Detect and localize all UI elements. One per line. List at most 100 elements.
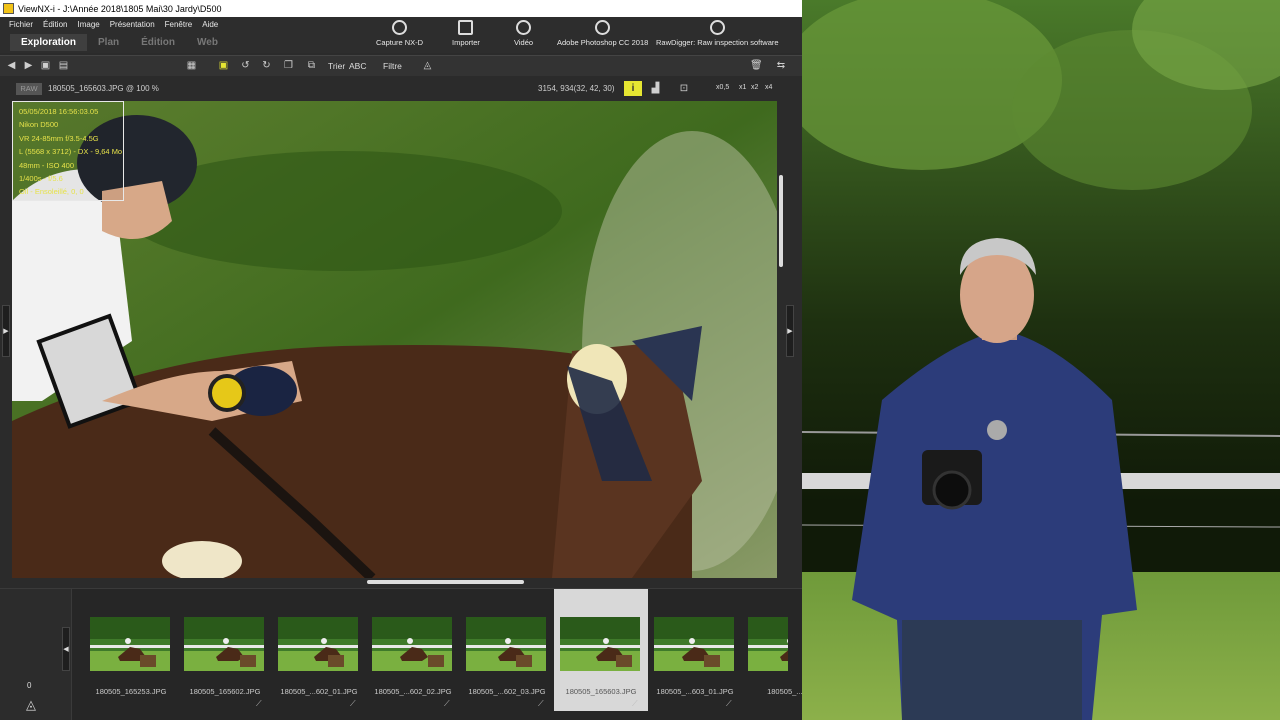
filmstrip-thumbnail[interactable]: 180505_165602.JPG ⟋ (178, 589, 272, 711)
thumbnail-filename: 180505_...60 (767, 687, 802, 696)
menu-presentation[interactable]: Présentation (110, 20, 155, 29)
launch-rawdigger-button[interactable]: RawDigger: Raw inspection software (656, 20, 779, 50)
view-mode-icon[interactable]: ▦ (186, 61, 197, 71)
zoom-1[interactable]: x1 (739, 84, 746, 91)
photoshop-icon (595, 20, 611, 35)
rotate-right-icon[interactable]: ↻ (261, 61, 272, 71)
launch-photoshop-button[interactable]: Adobe Photoshop CC 2018 (557, 20, 648, 50)
launch-video-button[interactable]: Vidéo (514, 20, 533, 50)
export-icon[interactable]: ▤ (58, 61, 69, 71)
thumbnail-image (184, 617, 264, 671)
menu-image[interactable]: Image (77, 20, 99, 29)
filter-dropdown[interactable]: Filtre (383, 61, 402, 71)
menu-edition[interactable]: Édition (43, 20, 67, 29)
viewnx-window: ViewNX-i - J:\Année 2018\1805 Mai\30 Jar… (0, 0, 802, 720)
forward-arrow-icon[interactable]: ▶ (23, 61, 34, 71)
rotate-left-icon[interactable]: ↺ (240, 61, 251, 71)
back-arrow-icon[interactable]: ◀ (6, 61, 17, 71)
thumbnail-image (560, 617, 640, 671)
horizontal-scroll-thumb[interactable] (367, 580, 524, 584)
save-icon[interactable]: ▣ (40, 61, 51, 71)
thumbnail-filename: 180505_...603_01.JPG (656, 687, 734, 696)
filmstrip-thumbnail[interactable]: 180505_...602_01.JPG ⟋ (272, 589, 366, 711)
exif-overlay: 05/05/2018 16:56:03.05 Nikon D500 VR 24-… (12, 101, 124, 201)
filmstrip-thumbnail[interactable]: 180505_165603.JPG ⟋ (554, 589, 648, 711)
thumbnail-image (466, 617, 546, 671)
filmstrip-thumbnail[interactable]: 180505_...60 (742, 589, 802, 711)
thumbnail-image (654, 617, 734, 671)
thumbnail-image (372, 617, 452, 671)
app-icon (3, 3, 14, 14)
window-title: ViewNX-i - J:\Année 2018\1805 Mai\30 Jar… (18, 3, 222, 14)
filmstrip-thumbnail[interactable]: 180505_...602_02.JPG ⟋ (366, 589, 460, 711)
zoom-0-5[interactable]: x0,5 (716, 84, 729, 91)
filmstrip-thumbnail[interactable]: 180505_...602_03.JPG ⟋ (460, 589, 554, 711)
filmstrip-thumbnail[interactable]: 180505_165253.JPG (84, 589, 178, 711)
current-file-label: 180505_165603.JPG @ 100 % (48, 84, 159, 93)
menu-aide[interactable]: Aide (202, 20, 218, 29)
capture-nx-d-icon (392, 20, 408, 35)
title-bar: ViewNX-i - J:\Année 2018\1805 Mai\30 Jar… (0, 0, 802, 17)
edited-pencil-icon: ⟋ (726, 699, 732, 708)
edited-pencil-icon: ⟋ (632, 699, 638, 708)
tab-web[interactable]: Web (186, 34, 229, 51)
launch-photoshop-label: Adobe Photoshop CC 2018 (557, 38, 649, 47)
exif-lens: VR 24-85mm f/3.5-4.5G (19, 133, 99, 143)
image-viewer[interactable] (12, 101, 777, 578)
horse-rider-photo (12, 101, 777, 578)
sort-dropdown[interactable]: ABC (349, 61, 366, 71)
histogram-icon[interactable]: ▟ (650, 84, 661, 94)
presenter-photo (802, 0, 1280, 720)
image-info-bar: RAW 180505_165603.JPG @ 100 % 3154, 934(… (0, 79, 802, 99)
exif-focal-iso: 48mm - ISO 400 (19, 160, 75, 170)
compare-icon[interactable]: ⧉ (306, 61, 317, 71)
filmstrip-counter: 0 (27, 681, 32, 690)
edited-pencil-icon: ⟋ (538, 699, 544, 708)
launch-import-button[interactable]: Importer (452, 20, 480, 50)
thumbnail-filename: 180505_165253.JPG (95, 687, 167, 696)
exif-size: L (5568 x 3712) - DX - 9,64 Mo (19, 147, 123, 157)
tab-exploration[interactable]: Exploration (10, 34, 88, 51)
video-icon (516, 20, 532, 35)
thumbnail-filename: 180505_...602_01.JPG (280, 687, 358, 696)
info-toggle-button[interactable]: i (624, 81, 642, 96)
trash-icon[interactable]: 🗑 (750, 61, 763, 71)
pixel-coords: 3154, 934(32, 42, 30) (538, 84, 615, 93)
edited-pencil-icon: ⟋ (444, 699, 450, 708)
right-panel-toggle[interactable]: ▶ (786, 305, 794, 357)
thumbnail-image (278, 617, 358, 671)
toolbar: ◀ ▶ ▣ ▤ ▦ ▣ ↺ ↻ ❐ ⧉ Trier ABC Filtre ◬ 🗑… (0, 55, 802, 76)
erase-icon[interactable]: ◬ (22, 697, 40, 713)
exif-exposure: 1/400s - f/5.6 (19, 174, 63, 184)
thumbnail-filename: 180505_165603.JPG (565, 687, 637, 696)
edited-pencil-icon: ⟋ (256, 699, 262, 708)
edited-pencil-icon: ⟋ (350, 699, 356, 708)
menu-fichier[interactable]: Fichier (9, 20, 33, 29)
vertical-scrollbar[interactable] (777, 101, 784, 578)
thumbnail-image (90, 617, 170, 671)
launch-capture-nxd-button[interactable]: Capture NX-D (376, 20, 423, 50)
tab-edition[interactable]: Édition (130, 34, 186, 51)
import-icon (458, 20, 474, 35)
fit-icon[interactable]: ⊡ (676, 84, 692, 94)
filmstrip: 0 ◬ ◀ 180505_165253.JPG 180505_165602.JPG… (0, 588, 802, 720)
zoom-2[interactable]: x2 (751, 84, 758, 91)
select-icon[interactable]: ▣ (218, 61, 229, 71)
rawdigger-icon (709, 20, 725, 35)
filmstrip-thumbnail[interactable]: 180505_...603_01.JPG ⟋ (648, 589, 742, 711)
thumbnail-filename: 180505_165602.JPG (189, 687, 261, 696)
left-panel-toggle[interactable]: ▶ (2, 305, 10, 357)
stack-icon[interactable]: ❐ (283, 61, 294, 71)
thumbnail-image (748, 617, 788, 671)
vertical-scroll-thumb[interactable] (779, 175, 783, 267)
zoom-4[interactable]: x4 (765, 84, 772, 91)
erase-icon[interactable]: ◬ (422, 61, 433, 71)
tab-plan[interactable]: Plan (87, 34, 130, 51)
menu-fenetre[interactable]: Fenêtre (165, 20, 193, 29)
launch-video-label: Vidéo (514, 38, 534, 47)
launch-rawdigger-label: RawDigger: Raw inspection software (656, 38, 779, 47)
filmstrip-prev-toggle[interactable]: ◀ (62, 627, 70, 671)
exif-wb: Oil - Ensoleillé, 0, 0 (19, 187, 84, 197)
launch-capture-nxd-label: Capture NX-D (376, 38, 424, 47)
swap-arrows-icon[interactable]: ⇆ (773, 61, 789, 71)
